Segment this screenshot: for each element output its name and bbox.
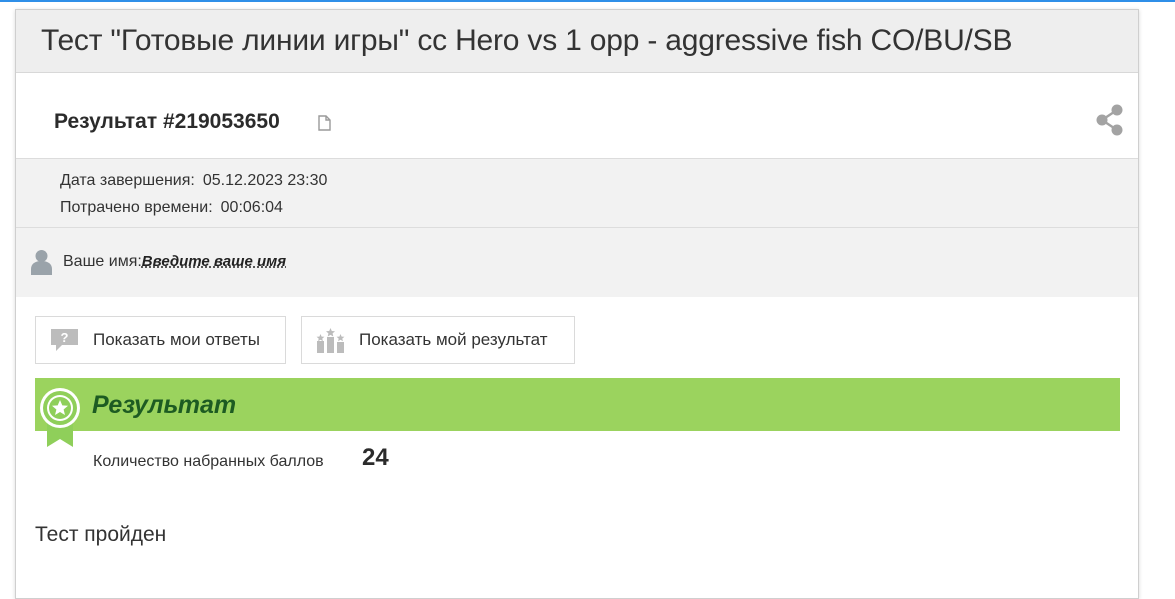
top-accent-bar xyxy=(0,0,1175,2)
svg-text:?: ? xyxy=(61,330,69,345)
question-bubble-icon: ? xyxy=(51,329,78,351)
completion-date-label: Дата завершения: xyxy=(60,172,195,189)
share-icon[interactable] xyxy=(1094,103,1126,137)
result-card: Тест "Готовые линии игры" cc Hero vs 1 o… xyxy=(15,9,1139,599)
score-label: Количество набранных баллов xyxy=(93,453,324,470)
result-banner-title: Результат xyxy=(92,391,237,419)
meta-info: Дата завершения: 05.12.2023 23:30 Потраче… xyxy=(16,159,1138,228)
completion-date-value: 05.12.2023 23:30 xyxy=(202,172,328,189)
result-header: Результат #219053650 xyxy=(16,73,1138,159)
score-value: 24 xyxy=(362,444,389,471)
show-answers-button[interactable]: ? Показать мои ответы xyxy=(35,316,286,364)
show-result-label: Показать мой результат xyxy=(359,330,548,349)
time-spent-value: 00:06:04 xyxy=(220,199,283,216)
result-title: Результат #219053650 xyxy=(54,110,280,133)
time-spent-label: Потрачено времени: xyxy=(60,199,213,216)
test-title: Тест "Готовые линии игры" cc Hero vs 1 o… xyxy=(41,24,1013,57)
copy-icon[interactable] xyxy=(315,114,333,132)
name-field: Ваше имя:Введите ваше имя xyxy=(63,253,286,271)
name-input[interactable]: Введите ваше имя xyxy=(142,253,286,270)
name-row: Ваше имя:Введите ваше имя xyxy=(16,228,1138,297)
test-status: Тест пройден xyxy=(35,523,167,546)
completion-date-row: Дата завершения: 05.12.2023 23:30 xyxy=(60,171,1138,198)
show-result-button[interactable]: Показать мой результат xyxy=(301,316,575,364)
leaderboard-icon xyxy=(316,328,345,353)
result-banner: Результат xyxy=(35,378,1120,431)
award-badge-icon xyxy=(40,388,80,447)
show-answers-label: Показать мои ответы xyxy=(93,330,260,349)
card-header: Тест "Готовые линии игры" cc Hero vs 1 o… xyxy=(16,10,1138,73)
name-label: Ваше имя: xyxy=(63,253,142,270)
user-icon xyxy=(31,250,52,275)
time-spent-row: Потрачено времени: 00:06:04 xyxy=(60,198,1138,225)
